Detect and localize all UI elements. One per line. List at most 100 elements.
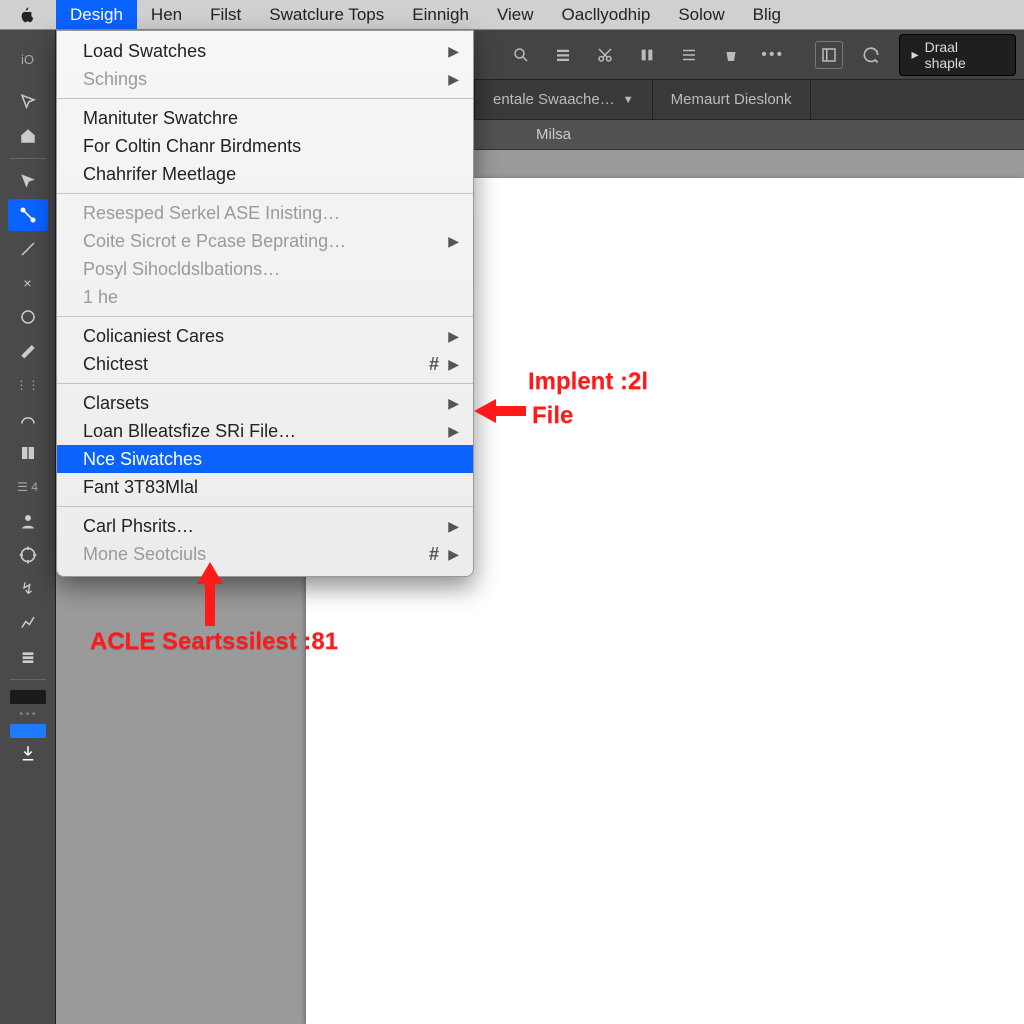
menu-fant[interactable]: Fant 3T83Mlal	[57, 473, 473, 501]
menu-label: Einnigh	[412, 5, 469, 25]
menu-label: Desigh	[70, 5, 123, 25]
submenu-arrow-icon: ▶	[448, 43, 459, 60]
tab-label: entale Swaache…	[493, 91, 615, 108]
grid-tool-icon[interactable]	[8, 437, 48, 469]
menu-divider	[57, 506, 473, 507]
cut-icon[interactable]	[591, 41, 619, 69]
submenu-arrow-icon: ▶	[448, 328, 459, 345]
refresh-icon[interactable]	[857, 41, 885, 69]
menu-blig[interactable]: Blig	[739, 0, 795, 29]
menu-1he: 1 he	[57, 283, 473, 311]
menu-resesped: Resesped Serkel ASE Inisting…	[57, 199, 473, 227]
menu-item-label: Coite Sicrot e Pcase Beprating…	[83, 231, 346, 252]
menu-item-label: Nce Siwatches	[83, 449, 202, 470]
align-icon[interactable]	[633, 41, 661, 69]
list-icon[interactable]	[549, 41, 577, 69]
submenu-arrow-icon: ▶	[448, 518, 459, 535]
menu-carl[interactable]: Carl Phsrits…▶	[57, 512, 473, 540]
menu-item-label: 1 he	[83, 287, 118, 308]
shortcut-hash: #	[429, 544, 439, 565]
tab-dieslonk[interactable]: Memaurt Dieslonk	[653, 80, 811, 119]
menu-solow[interactable]: Solow	[664, 0, 738, 29]
separator	[10, 158, 46, 159]
menu-colicaniest[interactable]: Colicaniest Cares ▶	[57, 322, 473, 350]
submenu-arrow-icon: ▶	[448, 546, 459, 563]
menu-item-label: Resesped Serkel ASE Inisting…	[83, 203, 340, 224]
menu-item-label: Chahrifer Meetlage	[83, 164, 236, 185]
menu-item-label: Manituter Swatchre	[83, 108, 238, 129]
node-tool-icon[interactable]	[8, 199, 48, 231]
menu-item-label: Fant 3T83Mlal	[83, 477, 198, 498]
submenu-arrow-icon: ▶	[448, 71, 459, 88]
play-icon: ▸	[912, 46, 919, 63]
menu-item-label: Chictest	[83, 354, 148, 375]
menu-view[interactable]: View	[483, 0, 548, 29]
menu-nce-swatches[interactable]: Nce Siwatches	[57, 445, 473, 473]
person-tool-icon[interactable]	[8, 505, 48, 537]
menu-item-label: For Coltin Chanr Birdments	[83, 136, 301, 157]
menu-schings[interactable]: Schings▶	[57, 65, 473, 93]
menu-label: View	[497, 5, 534, 25]
menu-einnigh[interactable]: Einnigh	[398, 0, 483, 29]
menu-filst[interactable]: Filst	[196, 0, 255, 29]
swatch-dark[interactable]	[10, 690, 46, 704]
menu-label: Filst	[210, 5, 241, 25]
panel1-icon[interactable]	[815, 41, 843, 69]
target-tool-icon[interactable]	[8, 539, 48, 571]
submenu-arrow-icon: ▶	[448, 395, 459, 412]
swatch-blue[interactable]	[10, 724, 46, 738]
wrench-tool-icon[interactable]: ↯	[8, 573, 48, 605]
apple-menu-icon[interactable]	[0, 0, 56, 29]
tab-swaache[interactable]: entale Swaache… ▼	[474, 80, 653, 119]
arrow-tool-icon[interactable]	[8, 165, 48, 197]
menu-hen[interactable]: Hen	[137, 0, 196, 29]
circle-tool-icon[interactable]	[8, 301, 48, 333]
brush-tool-icon[interactable]	[8, 233, 48, 265]
download-icon[interactable]	[8, 740, 48, 766]
graph-tool-icon[interactable]	[8, 607, 48, 639]
submenu-arrow-icon: ▶	[448, 233, 459, 250]
menu-loan-file[interactable]: Loan Blleatsfize SRi File…▶	[57, 417, 473, 445]
search-icon[interactable]	[507, 41, 535, 69]
more-icon[interactable]: •••	[759, 41, 787, 69]
menu-label: Hen	[151, 5, 182, 25]
draw-shape-label: Draal shaple	[925, 39, 1003, 71]
menu-item-label: Load Swatches	[83, 41, 206, 62]
menu-load-swatches[interactable]: Load Swatches ▶	[57, 37, 473, 65]
tab-label: Memaurt Dieslonk	[671, 91, 792, 108]
menu-label: Blig	[753, 5, 781, 25]
separator	[10, 679, 46, 680]
design-dropdown-menu: Load Swatches ▶ Schings▶ Manituter Swatch…	[56, 30, 474, 577]
menubar: Desigh Hen Filst Swatclure Tops Einnigh …	[0, 0, 1024, 30]
menu-swatclure[interactable]: Swatclure Tops	[255, 0, 398, 29]
menu-design[interactable]: Desigh	[56, 0, 137, 29]
sub-header-label: Milsa	[536, 126, 571, 143]
menu-coltin[interactable]: For Coltin Chanr Birdments	[57, 132, 473, 160]
menu-mone: Mone Seotciuls#▶	[57, 540, 473, 568]
distribute-icon[interactable]	[675, 41, 703, 69]
pointer-tool-icon[interactable]	[8, 86, 48, 118]
menu-manituter[interactable]: Manituter Swatchre	[57, 104, 473, 132]
submenu-arrow-icon: ▶	[448, 423, 459, 440]
menu-clarsets[interactable]: Clarsets▶	[57, 389, 473, 417]
text-tool-icon[interactable]: ×	[8, 267, 48, 299]
knife-tool-icon[interactable]	[8, 335, 48, 367]
menu-tool-icon[interactable]: ☰ 4	[8, 471, 48, 503]
menu-divider	[57, 193, 473, 194]
menu-chictest[interactable]: Chictest # ▶	[57, 350, 473, 378]
menu-oacllyodhip[interactable]: Oacllyodhip	[548, 0, 665, 29]
shortcut-hash: #	[429, 354, 439, 375]
curve-tool-icon[interactable]	[8, 403, 48, 435]
menu-divider	[57, 98, 473, 99]
stack-tool-icon[interactable]	[8, 641, 48, 673]
menu-coite: Coite Sicrot e Pcase Beprating… ▶	[57, 227, 473, 255]
menu-posyl: Posyl Sihocldslbations…	[57, 255, 473, 283]
bucket-icon[interactable]	[717, 41, 745, 69]
menu-chahrifer[interactable]: Chahrifer Meetlage	[57, 160, 473, 188]
menu-item-label: Colicaniest Cares	[83, 326, 224, 347]
submenu-arrow-icon: ▶	[448, 356, 459, 373]
dots-indicator-icon: • • •	[8, 706, 48, 722]
dots-tool-icon[interactable]: ⋮⋮	[8, 369, 48, 401]
home-tool-icon[interactable]	[8, 120, 48, 152]
draw-shape-button[interactable]: ▸ Draal shaple	[899, 34, 1016, 76]
